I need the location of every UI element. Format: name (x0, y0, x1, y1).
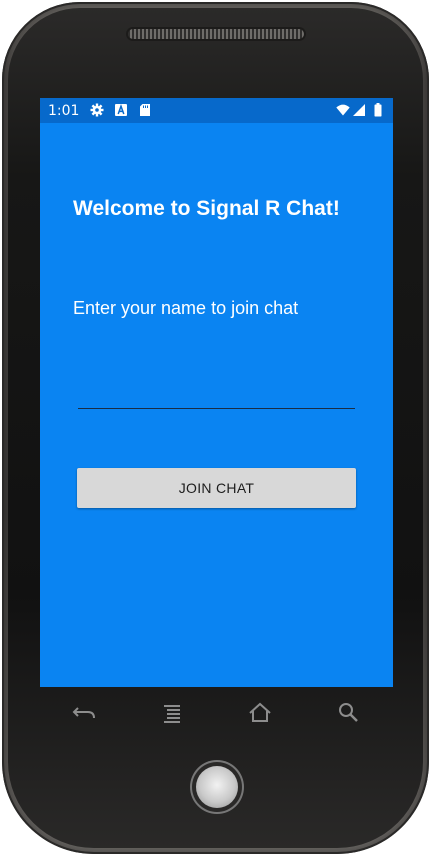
wifi-icon (336, 104, 350, 116)
app-screen: 1:01 Welcome to Signal R Chat! Enter you… (40, 98, 393, 687)
menu-icon[interactable] (158, 699, 186, 727)
battery-icon (374, 103, 382, 117)
home-icon[interactable] (246, 699, 274, 727)
gear-icon (90, 103, 104, 117)
join-prompt-text: Enter your name to join chat (73, 298, 299, 318)
status-time: 1:01 (48, 103, 80, 119)
join-chat-button[interactable]: JOIN CHAT (77, 468, 356, 508)
welcome-title: Welcome to Signal R Chat! (73, 197, 340, 220)
font-a-icon (115, 103, 127, 116)
search-icon[interactable] (334, 699, 362, 727)
signal-icon (353, 104, 365, 116)
status-bar: 1:01 (40, 98, 393, 123)
sd-card-icon (140, 104, 150, 116)
earpiece-speaker (128, 29, 304, 39)
name-input[interactable] (78, 378, 355, 409)
hardware-home-button[interactable] (196, 766, 238, 808)
navigation-bar (40, 687, 393, 739)
back-icon[interactable] (70, 699, 98, 727)
